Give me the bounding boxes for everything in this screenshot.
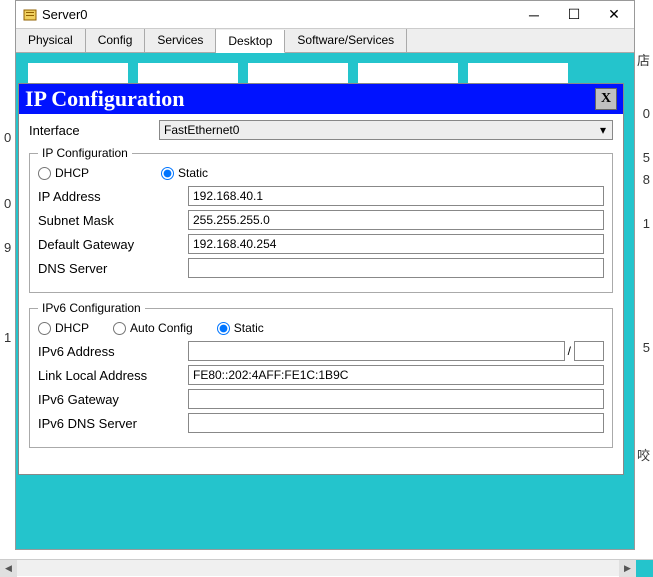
dialog-close-button[interactable]: X [595, 88, 617, 110]
horizontal-scrollbar[interactable]: ◀ ▶ [0, 559, 653, 576]
bg-char: 店 [637, 50, 650, 69]
ip-config-dialog: IP Configuration X Interface FastEtherne… [18, 83, 624, 475]
close-button[interactable]: ✕ [594, 1, 634, 28]
ipv6-address-input[interactable] [188, 341, 565, 361]
tab-desktop[interactable]: Desktop [216, 30, 285, 53]
ipv6-gateway-input[interactable] [188, 389, 604, 409]
gateway-label: Default Gateway [38, 237, 188, 252]
tab-services[interactable]: Services [145, 29, 216, 52]
dns-label: DNS Server [38, 261, 188, 276]
scroll-left-button[interactable]: ◀ [0, 560, 17, 577]
minimize-button[interactable]: ─ [514, 1, 554, 28]
bg-char: 8 [643, 172, 650, 187]
interface-label: Interface [29, 123, 159, 138]
titlebar: Server0 ─ ☐ ✕ [16, 1, 634, 29]
interface-select[interactable]: FastEthernet0 [159, 120, 613, 140]
ipv6-auto-radio[interactable]: Auto Config [113, 321, 193, 335]
maximize-button[interactable]: ☐ [554, 1, 594, 28]
static-radio[interactable]: Static [161, 166, 208, 180]
tab-software[interactable]: Software/Services [285, 29, 407, 52]
desktop-area: IP Configuration X Interface FastEtherne… [16, 53, 634, 549]
dialog-title: IP Configuration [25, 86, 595, 112]
gateway-input[interactable] [188, 234, 604, 254]
ipv6-config-fieldset: IPv6 Configuration DHCP Auto Config Stat… [29, 301, 613, 448]
scroll-track[interactable] [17, 560, 619, 576]
link-local-input[interactable] [188, 365, 604, 385]
ipv6-config-legend: IPv6 Configuration [38, 301, 145, 315]
tab-physical[interactable]: Physical [16, 29, 86, 52]
tabs: Physical Config Services Desktop Softwar… [16, 29, 634, 53]
server-icon [22, 7, 38, 23]
link-local-label: Link Local Address [38, 368, 188, 383]
ipv6-static-radio[interactable]: Static [217, 321, 264, 335]
ipv6-dhcp-radio[interactable]: DHCP [38, 321, 89, 335]
dhcp-radio[interactable]: DHCP [38, 166, 89, 180]
ip-config-fieldset: IP Configuration DHCP Static IP Address … [29, 146, 613, 293]
ipv6-prefix-input[interactable] [574, 341, 604, 361]
prefix-separator: / [568, 344, 571, 358]
ipv6-dns-label: IPv6 DNS Server [38, 416, 188, 431]
dns-input[interactable] [188, 258, 604, 278]
server-window: Server0 ─ ☐ ✕ Physical Config Services D… [15, 0, 635, 550]
subnet-mask-input[interactable] [188, 210, 604, 230]
scroll-corner [636, 560, 653, 577]
bg-char: 5 [643, 150, 650, 165]
ip-address-input[interactable] [188, 186, 604, 206]
ip-address-label: IP Address [38, 189, 188, 204]
ip-config-legend: IP Configuration [38, 146, 132, 160]
subnet-mask-label: Subnet Mask [38, 213, 188, 228]
tab-config[interactable]: Config [86, 29, 146, 52]
ipv6-gateway-label: IPv6 Gateway [38, 392, 188, 407]
bg-char: 咬 [637, 445, 650, 464]
dialog-titlebar: IP Configuration X [19, 84, 623, 114]
window-title: Server0 [42, 7, 514, 22]
bg-char: 0 [643, 106, 650, 121]
bg-char: 1 [643, 216, 650, 231]
scroll-right-button[interactable]: ▶ [619, 560, 636, 577]
interface-value: FastEthernet0 [164, 123, 239, 137]
ipv6-address-label: IPv6 Address [38, 344, 188, 359]
ipv6-dns-input[interactable] [188, 413, 604, 433]
